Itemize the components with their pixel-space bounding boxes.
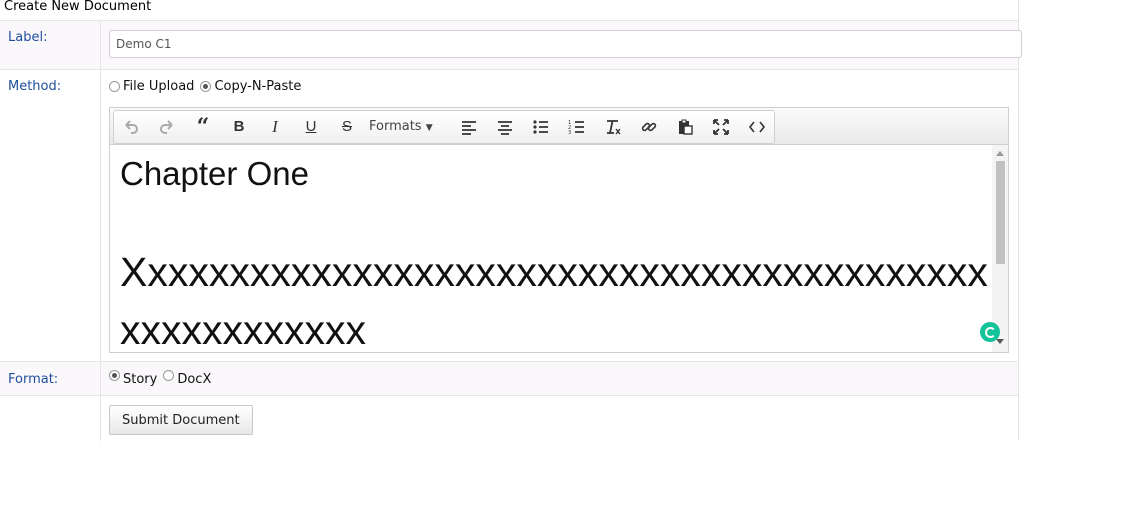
submit-document-button[interactable]: Submit Document [109,405,253,435]
scrollbar-thumb[interactable] [996,161,1005,264]
align-left-icon[interactable] [455,116,483,138]
format-field-label: Format: [8,372,59,387]
content-heading[interactable]: Chapter One [120,155,309,193]
format-options: Story DocX [109,370,217,387]
docx-label[interactable]: DocX [177,372,211,387]
rich-text-editor: “ B I U S Formats ▼ 1 2 3 Chapter One Xx… [109,107,1009,353]
file-upload-radio[interactable] [109,81,120,92]
submit-row: Submit Document [0,395,1018,441]
story-label[interactable]: Story [123,372,157,387]
scroll-up-arrow-icon[interactable] [996,151,1004,156]
create-document-form: Create New Document Label: Method: File … [0,0,1022,441]
label-input[interactable] [109,30,1022,58]
blockquote-icon[interactable]: “ [189,116,217,138]
formats-dropdown[interactable]: Formats ▼ [369,116,433,138]
method-field-label: Method: [8,79,62,94]
format-row: Format: Story DocX [0,361,1018,395]
page-title: Create New Document [4,0,152,14]
scroll-down-arrow-icon[interactable] [996,339,1004,344]
bold-icon[interactable]: B [225,116,253,138]
story-radio[interactable] [109,370,120,381]
toolbar-button-group: “ B I U S Formats ▼ 1 2 3 [113,110,775,144]
underline-icon[interactable]: U [297,116,325,138]
file-upload-label[interactable]: File Upload [123,79,194,94]
fullscreen-icon[interactable] [707,116,735,138]
svg-text:3: 3 [568,130,571,136]
content-paragraph[interactable]: Xxxxxxxxxxxxxxxxxxxxxxxxxxxxxxxxxxxxxxxx… [120,243,990,352]
strikethrough-icon[interactable]: S [333,116,361,138]
editor-scrollbar[interactable] [992,145,1008,352]
paste-icon[interactable] [671,116,699,138]
undo-icon[interactable] [117,116,145,138]
copy-n-paste-label[interactable]: Copy-N-Paste [214,79,301,94]
method-options: File Upload Copy-N-Paste [109,79,307,94]
caret-down-icon: ▼ [425,123,433,133]
label-row: Label: [0,20,1022,69]
link-icon[interactable] [635,116,663,138]
method-row: Method: File Upload Copy-N-Paste “ B I U… [0,69,1018,362]
docx-radio[interactable] [163,370,175,381]
align-center-icon[interactable] [491,116,519,138]
clear-formatting-icon[interactable] [599,116,627,138]
bullet-list-icon[interactable] [527,116,555,138]
editor-toolbar: “ B I U S Formats ▼ 1 2 3 [110,108,1008,145]
copy-n-paste-radio[interactable] [200,81,212,92]
numbered-list-icon[interactable]: 123 [563,116,591,138]
label-field-label: Label: [8,30,48,45]
grammarly-icon[interactable] [980,322,1000,342]
source-code-icon[interactable] [743,116,771,138]
redo-icon[interactable] [153,116,181,138]
editor-content-area[interactable]: Chapter One Xxxxxxxxxxxxxxxxxxxxxxxxxxxx… [110,145,992,352]
italic-icon[interactable]: I [261,116,289,138]
